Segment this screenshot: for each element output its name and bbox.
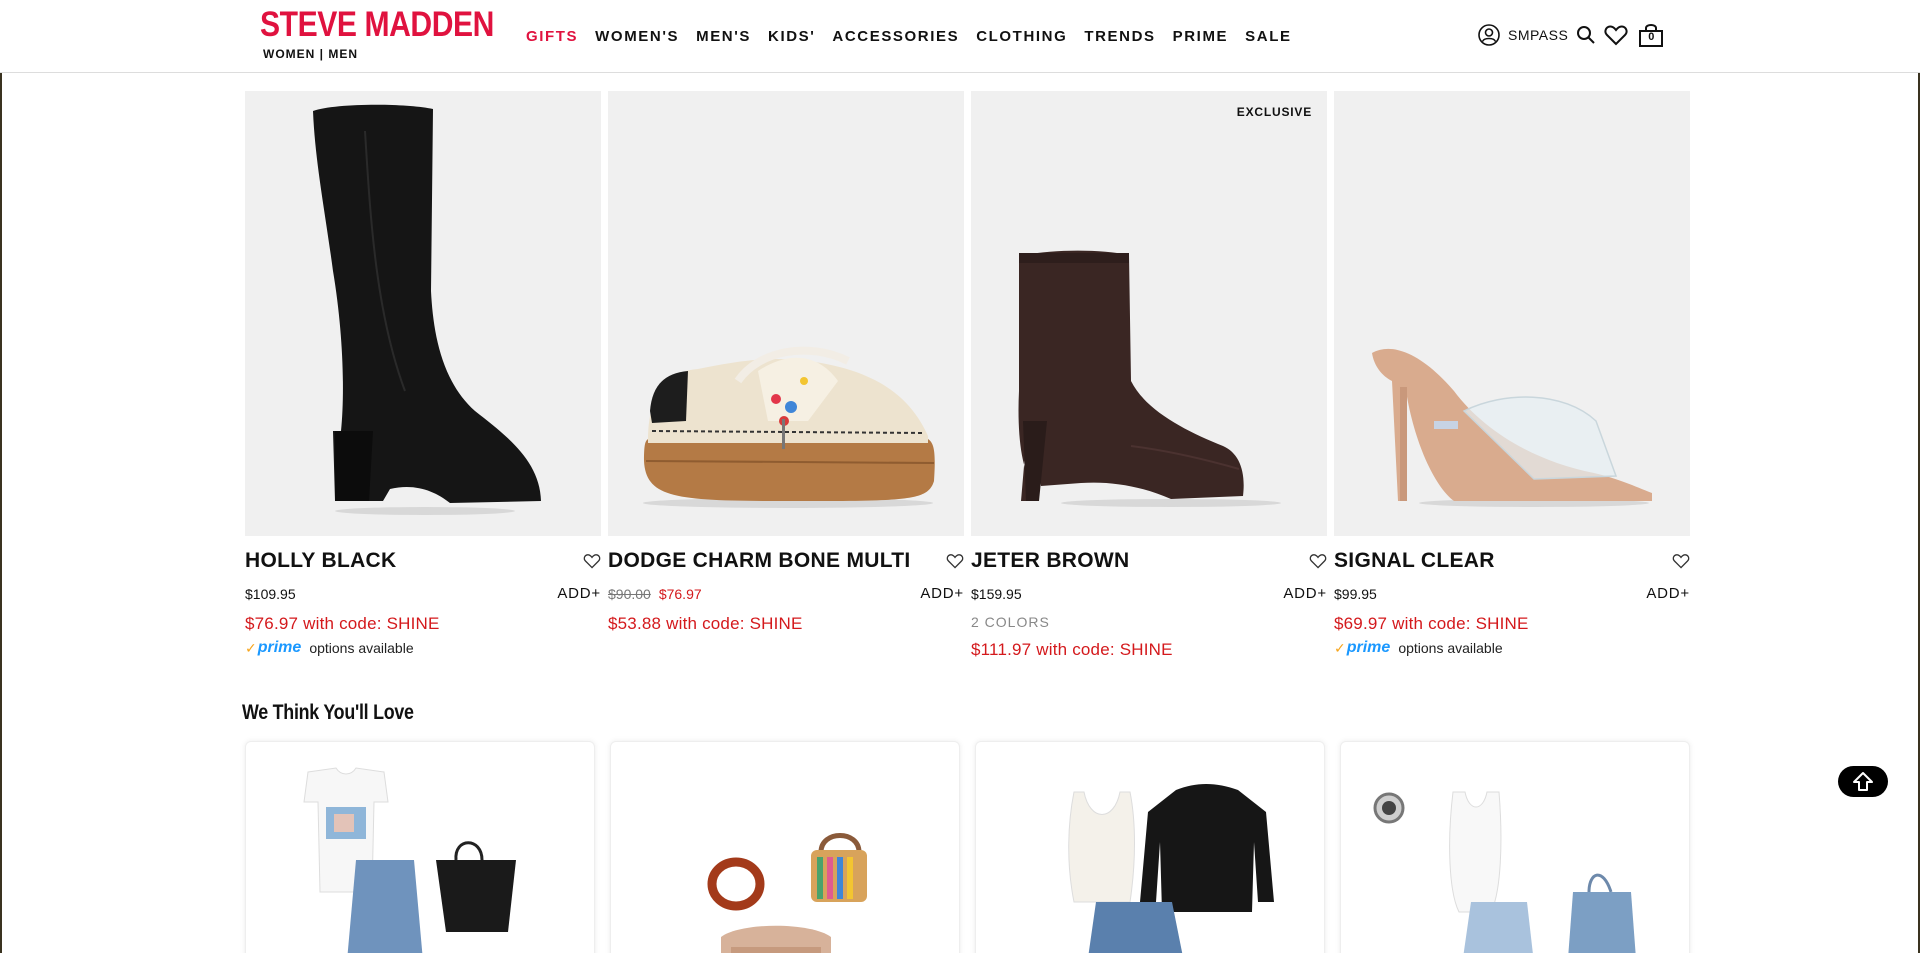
product-image-dodge-charm[interactable]: [608, 91, 964, 536]
look-card[interactable]: [1340, 741, 1690, 953]
nav-gifts[interactable]: GIFTS: [526, 28, 578, 45]
sale-price: $76.97: [658, 585, 702, 602]
look-card[interactable]: [975, 741, 1325, 953]
prime-options-text: options available: [309, 640, 414, 656]
prime-label: prime: [1346, 639, 1391, 656]
page-frame-left: [0, 72, 2, 953]
product-name[interactable]: HOLLY BLACK: [245, 549, 396, 573]
prime-row: ✓ prime options available: [245, 639, 601, 657]
heart-icon[interactable]: [946, 553, 964, 569]
arrow-up-icon: [1852, 771, 1874, 793]
original-price: $90.00: [608, 585, 651, 602]
promo-price: $53.88 with code: SHINE: [608, 614, 803, 633]
colors-count[interactable]: 2 COLORS: [971, 614, 1327, 630]
main-nav: GIFTS WOMEN'S MEN'S KIDS' ACCESSORIES CL…: [526, 28, 1309, 45]
add-button[interactable]: ADD+: [557, 585, 601, 602]
product-price: $99.95: [1334, 585, 1377, 602]
product-name[interactable]: SIGNAL CLEAR: [1334, 549, 1495, 573]
nav-accessories[interactable]: ACCESSORIES: [832, 28, 959, 45]
product-price: $109.95: [245, 585, 296, 602]
prime-options-text: options available: [1398, 640, 1503, 656]
product-image-holly-black[interactable]: [245, 91, 601, 536]
look-card[interactable]: [245, 741, 595, 953]
product-name[interactable]: JETER BROWN: [971, 549, 1129, 573]
exclusive-badge: EXCLUSIVE: [1236, 105, 1312, 119]
add-button[interactable]: ADD+: [1283, 585, 1327, 602]
product-card[interactable]: HOLLY BLACK $109.95 ADD+ $76.97 with cod…: [245, 91, 601, 660]
scroll-to-top-button[interactable]: [1838, 766, 1888, 797]
prime-logo: ✓ prime: [1334, 639, 1391, 656]
search-icon[interactable]: [1576, 25, 1596, 45]
wishlist-icon[interactable]: [1604, 24, 1628, 46]
product-name[interactable]: DODGE CHARM BONE MULTI: [608, 549, 911, 573]
heart-icon[interactable]: [1672, 553, 1690, 569]
smpass-link[interactable]: SMPASS: [1508, 27, 1568, 43]
promo-price: $69.97 with code: SHINE: [1334, 614, 1529, 633]
nav-prime[interactable]: PRIME: [1173, 28, 1229, 45]
product-image-signal-clear[interactable]: [1334, 91, 1690, 536]
account-icon[interactable]: [1478, 24, 1500, 46]
prime-row: ✓ prime options available: [1334, 639, 1690, 657]
prime-label: prime: [257, 639, 302, 656]
heart-icon[interactable]: [583, 553, 601, 569]
product-image-jeter-brown[interactable]: EXCLUSIVE: [971, 91, 1327, 536]
header-actions: SMPASS 0: [1478, 23, 1664, 47]
nav-kids[interactable]: KIDS': [768, 28, 815, 45]
site-header: STEVE MADDEN WOMEN | MEN GIFTS WOMEN'S M…: [0, 0, 1920, 73]
product-card[interactable]: SIGNAL CLEAR $99.95 ADD+ $69.97 with cod…: [1334, 91, 1690, 660]
promo-price: $76.97 with code: SHINE: [245, 614, 440, 633]
promo-price: $111.97 with code: SHINE: [971, 640, 1173, 659]
nav-trends[interactable]: TRENDS: [1084, 28, 1155, 45]
product-price: $90.00 $76.97: [608, 586, 702, 602]
logo[interactable]: STEVE MADDEN WOMEN | MEN: [260, 6, 532, 62]
heart-icon[interactable]: [1309, 553, 1327, 569]
look-card[interactable]: [610, 741, 960, 953]
prime-logo: ✓ prime: [245, 639, 302, 656]
add-button[interactable]: ADD+: [920, 585, 964, 602]
product-grid: HOLLY BLACK $109.95 ADD+ $76.97 with cod…: [245, 91, 1697, 660]
cart-icon[interactable]: 0: [1638, 23, 1664, 47]
product-card[interactable]: EXCLUSIVE JETER BROWN $159.95 ADD+ 2 COL…: [971, 91, 1327, 660]
logo-subtitle[interactable]: WOMEN | MEN: [263, 47, 532, 61]
nav-clothing[interactable]: CLOTHING: [976, 28, 1067, 45]
cart-count: 0: [1648, 31, 1655, 43]
nav-sale[interactable]: SALE: [1245, 28, 1291, 45]
product-price: $159.95: [971, 585, 1022, 602]
nav-mens[interactable]: MEN'S: [696, 28, 751, 45]
product-card[interactable]: DODGE CHARM BONE MULTI $90.00 $76.97 ADD+…: [608, 91, 964, 660]
section-title: We Think You'll Love: [242, 701, 414, 724]
logo-text[interactable]: STEVE MADDEN: [260, 6, 494, 44]
add-button[interactable]: ADD+: [1646, 585, 1690, 602]
nav-womens[interactable]: WOMEN'S: [595, 28, 679, 45]
recommendations-row: [245, 741, 1705, 953]
